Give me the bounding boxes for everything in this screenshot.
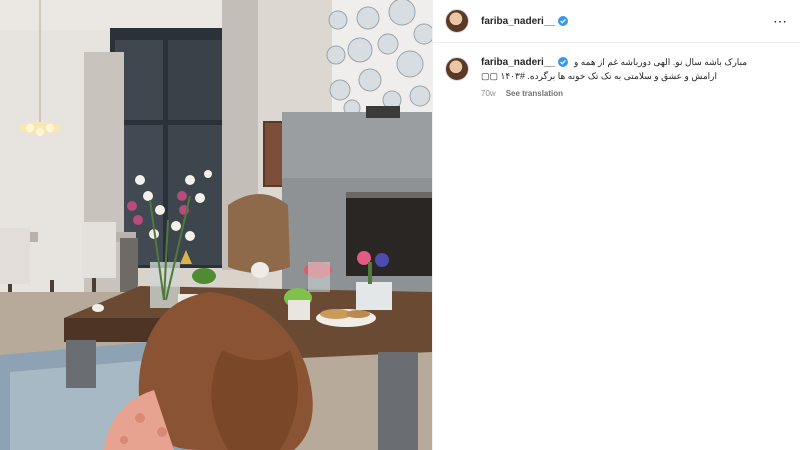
caption-meta: 70w See translation [481, 89, 781, 98]
post-header: fariba_naderi__ ⋯ [433, 0, 800, 43]
post-timestamp[interactable]: 70w [481, 89, 496, 98]
more-options-icon[interactable]: ⋯ [773, 14, 788, 28]
author-avatar[interactable] [445, 9, 469, 33]
author-username[interactable]: fariba_naderi__ [481, 16, 555, 27]
caption-text-line-1: مبارک باشه سال نو. الهی دورباشه غم از هم… [573, 57, 748, 67]
caption-first-line: fariba_naderi__ مبارک باشه سال نو. الهی … [481, 55, 781, 69]
post-caption: fariba_naderi__ مبارک باشه سال نو. الهی … [433, 43, 800, 98]
caption-verified-badge-icon [557, 57, 568, 67]
caption-text-line-2: ارامش و عشق و سلامتی به تک تک خونه ها بر… [481, 71, 717, 81]
post-photo[interactable] [0, 0, 432, 450]
verified-badge-icon [557, 16, 568, 26]
caption-avatar[interactable] [445, 57, 469, 81]
post-sidebar: fariba_naderi__ ⋯ fariba_naderi__ مبارک … [432, 0, 800, 450]
caption-username[interactable]: fariba_naderi__ [481, 57, 555, 68]
caption-body: fariba_naderi__ مبارک باشه سال نو. الهی … [481, 55, 781, 99]
post-photo-image [0, 0, 432, 450]
see-translation-link[interactable]: See translation [506, 89, 563, 98]
instagram-post: fariba_naderi__ ⋯ fariba_naderi__ مبارک … [0, 0, 800, 450]
